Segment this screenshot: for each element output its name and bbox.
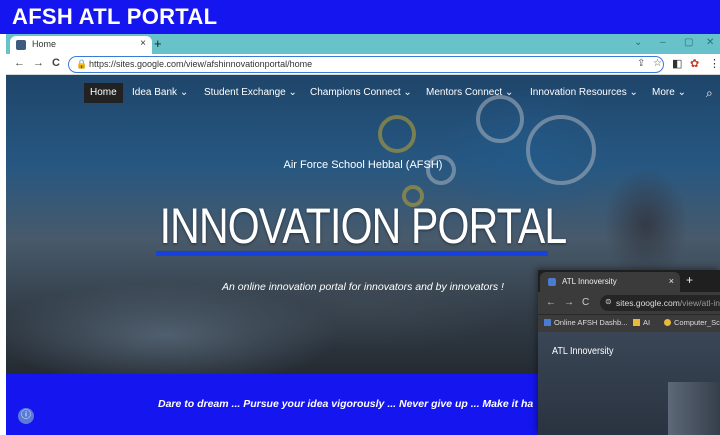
nav-label: Innovation Resources bbox=[530, 87, 627, 98]
lock-icon: 🔒 bbox=[76, 59, 88, 69]
bookmarks-bar: Online AFSH Dashb... AI Computer_Scie bbox=[538, 314, 720, 332]
bookmark-label: Online AFSH Dashb... bbox=[554, 318, 628, 327]
bookmark-item[interactable]: Online AFSH Dashb... bbox=[544, 318, 627, 327]
url-text: https://sites.google.com/view/afshinnova… bbox=[89, 59, 313, 69]
nav-item-mentors-connect[interactable]: Mentors Connect ⌄ bbox=[426, 83, 513, 103]
sidebar-icon[interactable]: ◧ bbox=[672, 57, 682, 70]
info-icon[interactable]: ⓘ bbox=[18, 408, 34, 424]
second-browser-window[interactable]: ATL Innoversity × + ← → C ⊜ sites.google… bbox=[538, 270, 720, 435]
motto-text: Dare to dream ... Pursue your idea vigor… bbox=[158, 398, 534, 410]
tab-strip: ATL Innoversity × + bbox=[538, 270, 720, 292]
bookmark-label: AI bbox=[643, 318, 651, 327]
nav-label: Champions Connect bbox=[310, 87, 401, 98]
chevron-down-icon: ⌄ bbox=[288, 87, 297, 98]
header-image bbox=[668, 382, 720, 435]
folder-icon bbox=[633, 319, 640, 326]
url-path: /view/atl-inn bbox=[679, 298, 720, 308]
share-icon[interactable]: ⇪ bbox=[637, 58, 645, 69]
tab-title: ATL Innoversity bbox=[562, 277, 617, 286]
minimize-button[interactable]: – bbox=[660, 37, 666, 48]
school-name: Air Force School Hebbal (AFSH) bbox=[283, 159, 443, 171]
close-window-button[interactable]: ✕ bbox=[706, 37, 714, 48]
back-button[interactable]: ← bbox=[14, 57, 25, 69]
bookmark-item[interactable]: Computer_Scie bbox=[664, 318, 720, 327]
title-underline bbox=[156, 251, 548, 256]
site-title: ATL Innoversity bbox=[552, 346, 614, 357]
bookmark-star-icon[interactable]: ☆ bbox=[653, 58, 662, 69]
bookmark-icon bbox=[664, 319, 671, 326]
top-banner: AFSH ATL PORTAL bbox=[0, 0, 720, 34]
chevron-down-icon: ⌄ bbox=[179, 87, 189, 98]
bookmark-label: Computer_Scie bbox=[674, 318, 720, 327]
tab-close-icon[interactable]: × bbox=[669, 276, 674, 286]
website-content: ATL Innoversity bbox=[538, 332, 720, 435]
url-input[interactable]: ⊜ sites.google.com/view/atl-inn bbox=[600, 295, 720, 311]
address-bar: ← → C 🔒 https://sites.google.com/view/af… bbox=[6, 54, 720, 75]
tab-search-icon[interactable]: ⌄ bbox=[634, 37, 642, 48]
bookmark-icon bbox=[544, 319, 551, 326]
tab-close-icon[interactable]: × bbox=[140, 38, 146, 49]
url-host: sites.google.com bbox=[616, 298, 680, 308]
chevron-down-icon: ⌄ bbox=[677, 87, 686, 98]
back-button[interactable]: ← bbox=[546, 297, 556, 308]
site-favicon-icon bbox=[16, 40, 26, 50]
address-bar: ← → C ⊜ sites.google.com/view/atl-inn bbox=[538, 292, 720, 314]
nav-item-innovation-resources[interactable]: Innovation Resources ⌄ bbox=[530, 83, 638, 103]
nav-item-home[interactable]: Home bbox=[84, 83, 123, 103]
nav-label: Student Exchange bbox=[204, 87, 286, 98]
nav-label: Mentors Connect bbox=[426, 87, 503, 98]
nav-item-idea-bank[interactable]: Idea Bank ⌄ bbox=[132, 83, 188, 103]
reload-button[interactable]: C bbox=[582, 297, 589, 308]
chevron-down-icon: ⌄ bbox=[403, 87, 412, 98]
nav-label: More bbox=[652, 87, 675, 98]
nav-item-student-exchange[interactable]: Student Exchange ⌄ bbox=[204, 83, 297, 103]
banner-title: AFSH ATL PORTAL bbox=[12, 4, 218, 29]
forward-button[interactable]: → bbox=[33, 57, 44, 69]
tab-atl-innoversity[interactable]: ATL Innoversity × bbox=[540, 272, 680, 292]
forward-button[interactable]: → bbox=[564, 297, 574, 308]
search-icon[interactable]: ⌕ bbox=[706, 86, 713, 101]
url-input[interactable]: 🔒 https://sites.google.com/view/afshinno… bbox=[68, 56, 664, 73]
nav-item-champions-connect[interactable]: Champions Connect ⌄ bbox=[310, 83, 412, 103]
maximize-button[interactable]: ▢ bbox=[684, 37, 693, 48]
extension-icon[interactable]: ✿ bbox=[690, 57, 699, 70]
tab-title: Home bbox=[32, 39, 57, 49]
reload-button[interactable]: C bbox=[52, 57, 60, 69]
chevron-down-icon: ⌄ bbox=[629, 87, 638, 98]
site-favicon-icon bbox=[548, 278, 556, 286]
bookmark-item[interactable]: AI bbox=[633, 318, 650, 327]
menu-kebab-icon[interactable]: ⋮ bbox=[709, 57, 720, 70]
site-info-icon[interactable]: ⊜ bbox=[605, 297, 612, 306]
page-title: INNOVATION PORTAL bbox=[159, 198, 568, 254]
new-tab-button[interactable]: + bbox=[154, 36, 162, 51]
chevron-down-icon: ⌄ bbox=[504, 87, 514, 98]
nav-label: Idea Bank bbox=[132, 87, 178, 98]
new-tab-button[interactable]: + bbox=[686, 273, 693, 287]
tab-strip: Home × + ⌄ – ▢ ✕ bbox=[6, 34, 720, 54]
nav-item-more[interactable]: More ⌄ bbox=[652, 83, 686, 103]
tab-home[interactable]: Home × bbox=[10, 36, 152, 54]
url-text: sites.google.com/view/atl-inn bbox=[616, 298, 720, 308]
